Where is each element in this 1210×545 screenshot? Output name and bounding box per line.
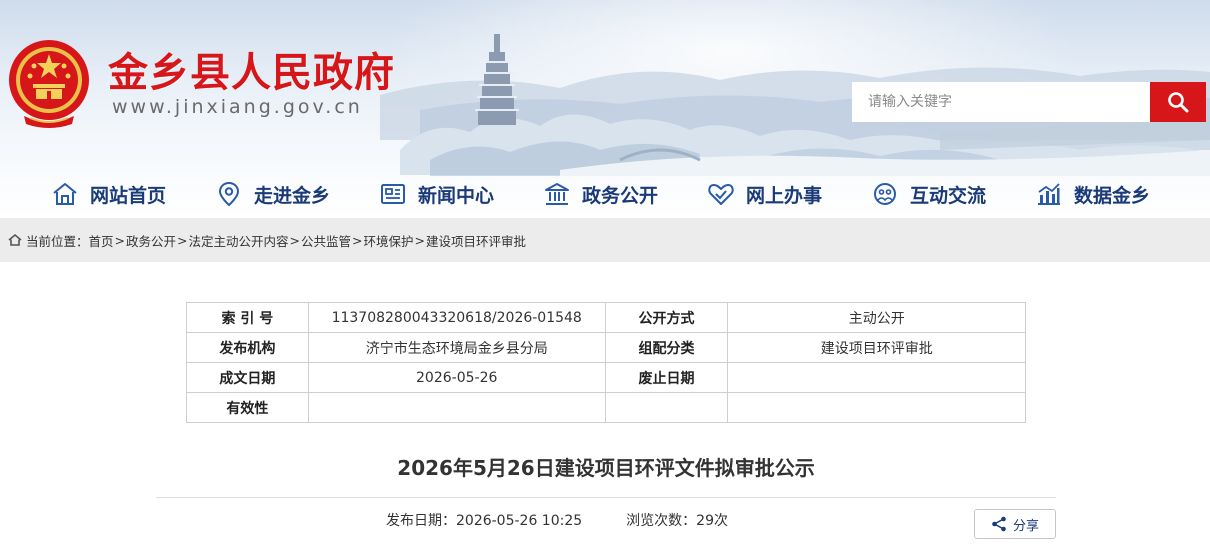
government-building-icon (542, 179, 572, 209)
nav-item-about[interactable]: 走进金乡 (214, 170, 330, 218)
category-label: 组配分类 (604, 332, 729, 363)
share-button[interactable]: 分享 (974, 509, 1056, 539)
nav-item-online-service[interactable]: 网上办事 (706, 170, 822, 218)
nav-item-label: 走进金乡 (254, 184, 331, 207)
validity-value (307, 392, 606, 423)
disclosure-method-value: 主动公开 (727, 302, 1026, 333)
view-count-value: 29次 (696, 513, 728, 529)
publisher-label: 发布机构 (186, 332, 309, 363)
nav-item-label: 网站首页 (90, 184, 167, 207)
index-number-label: 索 引 号 (186, 302, 309, 333)
bar-chart-icon (1034, 179, 1064, 209)
breadcrumb-separator: > (177, 232, 188, 248)
nav-item-home[interactable]: 网站首页 (50, 170, 166, 218)
document-info-table: 索 引 号 11370828004332061​8/2026-01548 公开方… (186, 302, 1026, 423)
newspaper-icon (378, 179, 408, 209)
nav-item-label: 互动交流 (910, 184, 987, 207)
empty-cell (604, 392, 729, 423)
handshake-heart-icon (706, 179, 736, 209)
breadcrumb-separator: > (289, 232, 301, 248)
home-icon (50, 179, 80, 209)
location-pin-icon (214, 179, 244, 209)
search-icon (1168, 92, 1189, 113)
table-row: 有效性 (186, 392, 1026, 423)
table-row: 发布机构 济宁市生态环境局金乡县分局 组配分类 建设项目环评审批 (186, 332, 1026, 363)
nav-item-gov-affairs[interactable]: 政务公开 (542, 170, 658, 218)
breadcrumb-home-icon (8, 233, 22, 247)
share-icon (992, 516, 1006, 532)
breadcrumb-separator: > (414, 232, 426, 248)
expiry-date-value (727, 362, 1026, 393)
search-input[interactable] (852, 82, 1150, 122)
nav-item-label: 政务公开 (582, 184, 659, 207)
national-emblem-icon (9, 40, 89, 128)
nav-item-label: 网上办事 (746, 184, 823, 207)
publisher-value: 济宁市生态环境局金乡县分局 (307, 332, 606, 363)
site-title[interactable]: 金乡县人民政府 (108, 40, 395, 98)
index-number-value: 11370828004332061​8/2026-01548 (307, 302, 606, 333)
site-url: www.jinxiang.gov.cn (112, 96, 363, 118)
share-label: 分享 (1012, 517, 1039, 533)
breadcrumb-item[interactable]: 政务公开 (126, 231, 176, 250)
written-date-label: 成文日期 (186, 362, 309, 393)
breadcrumb: 当前位置： 首页 > 政务公开 > 法定主动公开内容 > 公共监管 > 环境保护 > 建设… (0, 218, 1210, 262)
view-count-label: 浏览次数： (626, 513, 697, 529)
breadcrumb-prefix: 当前位置： (26, 233, 89, 249)
written-date-value: 2026-05-26 (307, 362, 606, 393)
disclosure-method-label: 公开方式 (604, 302, 729, 333)
nav-item-news[interactable]: 新闻中心 (378, 170, 494, 218)
main-nav: 网站首页 走进金乡 新闻中心 政务公开 网上办事 互动交流 数据金乡 (0, 170, 1210, 218)
search-box (852, 82, 1206, 122)
nav-item-label: 新闻中心 (418, 184, 495, 207)
article-title: 2026年5月26日建设项目环评文件拟审批公示 (397, 456, 815, 480)
chat-people-icon (870, 179, 900, 209)
table-row: 索 引 号 11370828004332061​8/2026-01548 公开方… (186, 302, 1026, 333)
header-banner: 金乡县人民政府 www.jinxiang.gov.cn 网站首页 走进金乡 (0, 0, 1210, 218)
category-value: 建设项目环评审批 (727, 332, 1026, 363)
empty-cell (727, 392, 1026, 423)
breadcrumb-item[interactable]: 法定主动公开内容 (189, 231, 289, 250)
publish-date-label: 发布日期： (386, 513, 456, 529)
nav-item-interaction[interactable]: 互动交流 (870, 170, 986, 218)
breadcrumb-item[interactable]: 环境保护 (364, 231, 414, 250)
validity-label: 有效性 (186, 392, 309, 423)
nav-item-label: 数据金乡 (1074, 184, 1151, 207)
title-divider (156, 497, 1056, 498)
breadcrumb-separator: > (352, 232, 363, 248)
breadcrumb-separator: > (114, 232, 126, 248)
breadcrumb-item-current[interactable]: 建设项目环评审批 (426, 231, 526, 250)
publish-date: 发布日期：2026-05-26 10:25 (386, 510, 582, 530)
search-button[interactable] (1150, 82, 1206, 122)
breadcrumb-item[interactable]: 公共监管 (301, 231, 351, 250)
publish-date-value: 2026-05-26 10:25 (456, 513, 583, 529)
breadcrumb-item[interactable]: 首页 (89, 231, 114, 250)
expiry-date-label: 废止日期 (604, 362, 729, 393)
nav-item-data[interactable]: 数据金乡 (1034, 170, 1150, 218)
article-meta: 发布日期：2026-05-26 10:25 浏览次数：29次 (386, 510, 728, 530)
table-row: 成文日期 2026-05-26 废止日期 (186, 362, 1026, 393)
view-count: 浏览次数：29次 (626, 510, 728, 530)
